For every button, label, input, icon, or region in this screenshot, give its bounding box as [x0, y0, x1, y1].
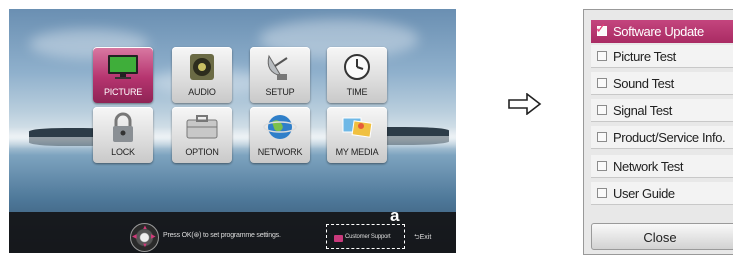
menu-item-picture-test[interactable]: Picture Test [591, 45, 733, 68]
satellite-dish-icon [267, 54, 288, 80]
menu-tile-picture[interactable]: PICTURE [93, 47, 153, 103]
remote-navpad-icon: ▲ ▼ ◀ ▶ [130, 223, 159, 252]
menu-tile-label: TIME [346, 87, 368, 97]
right-outline-arrow-icon [508, 93, 542, 115]
checkbox[interactable] [597, 78, 607, 88]
clock-icon [344, 54, 370, 80]
menu-tile-time[interactable]: TIME [327, 47, 387, 103]
customer-support-button[interactable]: Customer Support [345, 234, 391, 240]
menu-tile-label: OPTION [185, 147, 219, 157]
menu-tile-lock[interactable]: LOCK [93, 107, 153, 163]
menu-item-signal-test[interactable]: Signal Test [591, 99, 733, 122]
checkbox[interactable] [597, 51, 607, 61]
menu-tile-option[interactable]: OPTION [172, 107, 232, 163]
checkbox[interactable] [597, 161, 607, 171]
speaker-icon [190, 54, 214, 80]
red-button-icon [334, 235, 343, 242]
checkbox[interactable] [597, 132, 607, 142]
menu-item-user-guide[interactable]: User Guide [591, 182, 733, 205]
menu-tile-audio[interactable]: AUDIO [172, 47, 232, 103]
checkmark-icon: ✓ [595, 20, 607, 36]
customer-support-menu: ✓ Software Update Picture Test Sound Tes… [583, 9, 733, 255]
menu-item-sound-test[interactable]: Sound Test [591, 72, 733, 95]
tv-picture-icon [108, 55, 138, 79]
globe-network-icon [263, 115, 297, 139]
close-button[interactable]: Close [591, 223, 733, 250]
toolbox-icon [186, 115, 218, 139]
menu-item-product-service-info[interactable]: Product/Service Info. [591, 126, 733, 149]
menu-tile-network[interactable]: NETWORK [250, 107, 310, 163]
menu-tile-label: LOCK [111, 147, 135, 157]
checkbox[interactable] [597, 188, 607, 198]
menu-tile-label: PICTURE [103, 87, 143, 97]
checkbox[interactable] [597, 105, 607, 115]
menu-item-software-update[interactable]: ✓ Software Update [591, 20, 733, 43]
callout-label: a [390, 206, 400, 225]
tv-screen: PICTURE AUDIO SETUP TIME LOCK OPTION NET… [9, 9, 456, 253]
menu-item-network-test[interactable]: Network Test [591, 155, 733, 178]
hint-text: Press OK(⊛) to set programme settings. [163, 232, 281, 239]
menu-tile-setup[interactable]: SETUP [250, 47, 310, 103]
menu-tile-label: SETUP [265, 87, 295, 97]
menu-tile-label: AUDIO [188, 87, 216, 97]
menu-tile-label: MY MEDIA [335, 147, 379, 157]
exit-button[interactable]: ⮌Exit [414, 233, 431, 244]
padlock-icon [113, 112, 133, 142]
menu-tile-my-media[interactable]: MY MEDIA [327, 107, 387, 163]
menu-tile-label: NETWORK [257, 147, 303, 157]
media-photos-icon [342, 117, 373, 138]
